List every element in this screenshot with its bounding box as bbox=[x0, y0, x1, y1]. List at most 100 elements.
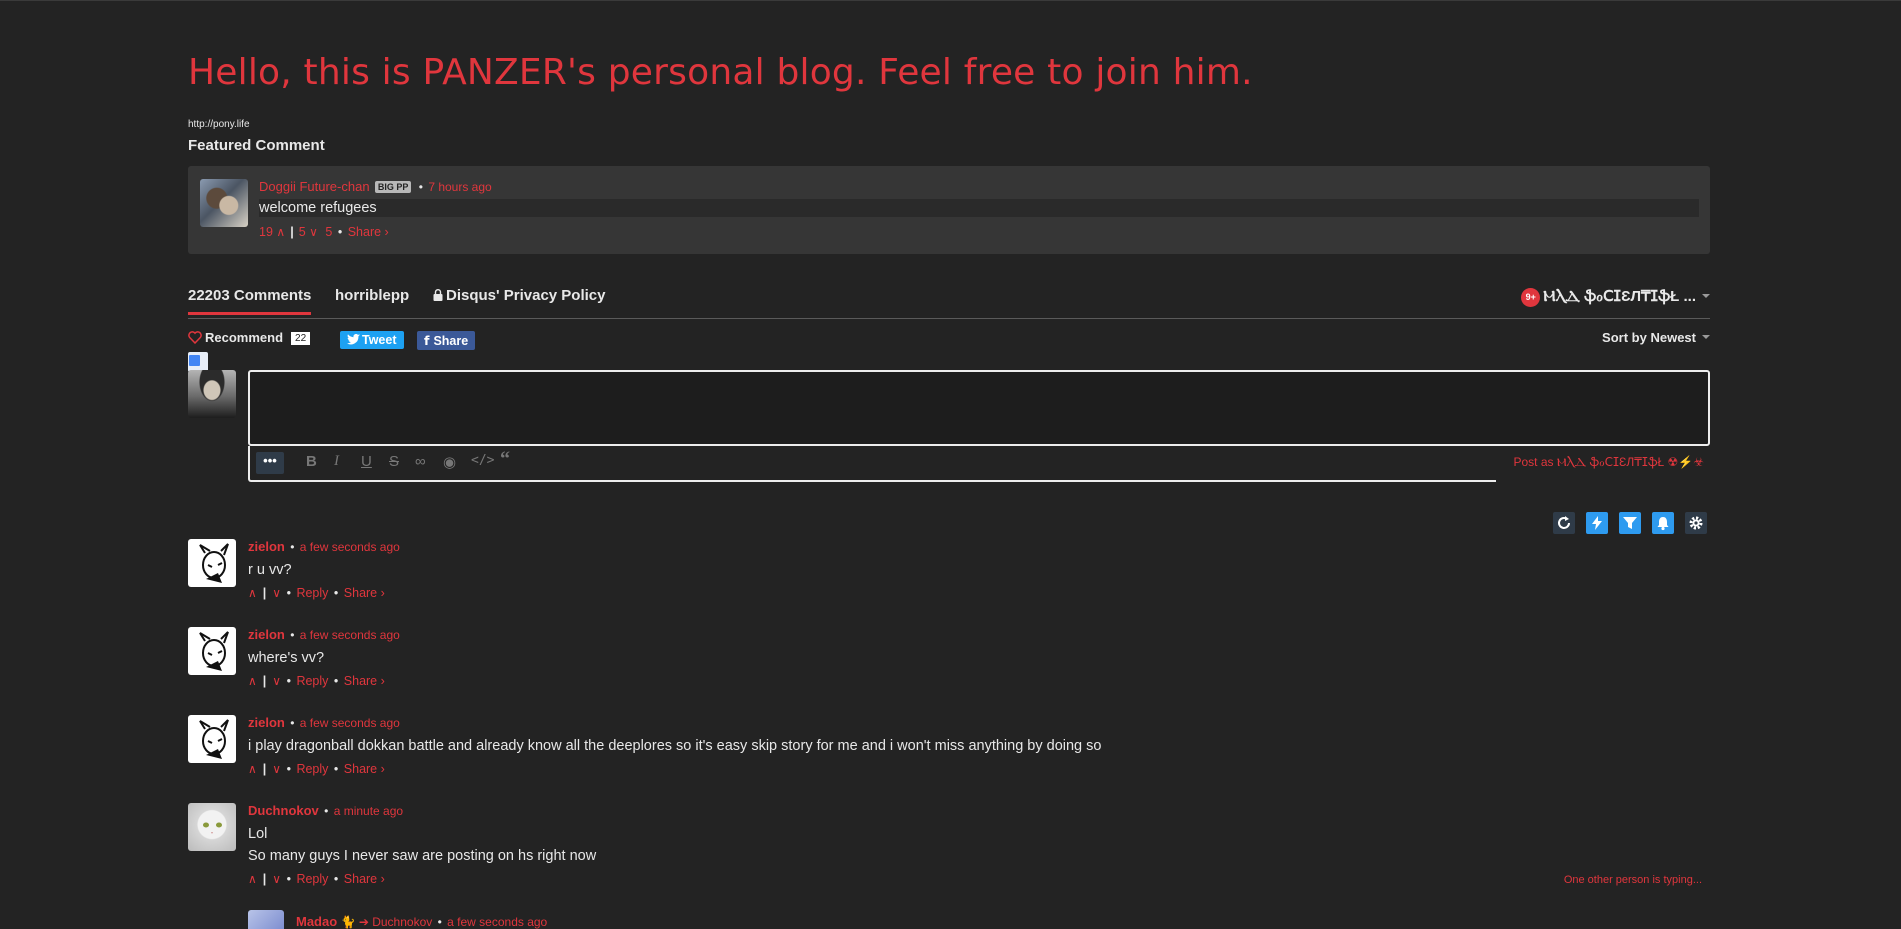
link-icon[interactable]: ∞ bbox=[415, 453, 426, 470]
comment: zielon • a few seconds ago r u vv? ∧ | ∨ •… bbox=[188, 539, 1710, 609]
upvote-icon[interactable]: ∧ bbox=[248, 674, 257, 688]
reply-link[interactable]: Reply bbox=[296, 674, 328, 688]
bold-icon[interactable]: B bbox=[306, 453, 317, 470]
vote-divider: | bbox=[262, 674, 267, 688]
upvote-icon[interactable]: ∧ bbox=[276, 225, 285, 239]
post-as-button[interactable]: Post as ⲘⲖⲆ ֆℴⅭⵊƐЛ₸ⵊֆŁ ☢⚡☣ bbox=[1496, 446, 1710, 482]
reply-to-name[interactable]: Duchnokov bbox=[372, 915, 432, 929]
current-user-avatar[interactable] bbox=[188, 370, 236, 418]
facebook-icon: f bbox=[424, 333, 430, 348]
realtime-tools bbox=[1553, 512, 1710, 534]
share-link[interactable]: Share › bbox=[344, 674, 385, 688]
reply-comment: Madao 🐈 ➔ Duchnokov • a few seconds ago bbox=[248, 910, 1710, 929]
action-row: Recommend 22 Tweet f Share Sort by Newest bbox=[188, 330, 1710, 350]
timestamp[interactable]: a minute ago bbox=[334, 804, 403, 818]
author-name[interactable]: zielon bbox=[248, 627, 285, 642]
author-name[interactable]: Duchnokov bbox=[248, 803, 319, 818]
gear-icon[interactable] bbox=[1685, 512, 1707, 534]
comment-input[interactable] bbox=[248, 370, 1710, 446]
notification-badge[interactable]: 9+ bbox=[1521, 288, 1541, 307]
featured-comment: Doggii Future-chan BIG PP • 7 hours ago … bbox=[188, 166, 1710, 254]
comment: zielon • a few seconds ago i play dragon… bbox=[188, 715, 1710, 785]
separator-dot: • bbox=[286, 872, 291, 886]
blog-url[interactable]: http://pony.life bbox=[188, 119, 250, 130]
recommend-label: Recommend bbox=[205, 330, 284, 345]
reply-link[interactable]: Reply bbox=[296, 586, 328, 600]
sort-dropdown[interactable]: Sort by Newest bbox=[1602, 330, 1710, 345]
avatar[interactable] bbox=[188, 715, 236, 763]
downvote-icon[interactable]: ∨ bbox=[272, 674, 281, 688]
tab-community[interactable]: horriblepp bbox=[335, 287, 409, 304]
comment-meta: zielon • a few seconds ago bbox=[248, 715, 400, 730]
separator-dot: • bbox=[290, 716, 295, 730]
downvote-icon[interactable]: ∨ bbox=[272, 586, 281, 600]
avatar[interactable] bbox=[188, 803, 236, 851]
filter-icon[interactable] bbox=[1619, 512, 1641, 534]
strikethrough-icon[interactable]: S bbox=[389, 453, 399, 470]
comment-text: where's vv? bbox=[248, 650, 325, 666]
timestamp[interactable]: a few seconds ago bbox=[300, 628, 400, 642]
comment-meta: Duchnokov • a minute ago bbox=[248, 803, 403, 818]
recommend-count: 22 bbox=[291, 332, 311, 345]
share-link[interactable]: Share › bbox=[344, 762, 385, 776]
translate-icon[interactable] bbox=[188, 352, 208, 372]
share-link[interactable]: Share › bbox=[344, 872, 385, 886]
author-name[interactable]: Madao bbox=[296, 914, 337, 929]
featured-comment-heading: Featured Comment bbox=[188, 137, 325, 154]
spoiler-icon[interactable]: ◉ bbox=[443, 453, 456, 471]
upvote-icon[interactable]: ∧ bbox=[248, 872, 257, 886]
avatar[interactable] bbox=[188, 627, 236, 675]
sort-prefix: Sort by bbox=[1602, 330, 1647, 345]
avatar[interactable] bbox=[188, 539, 236, 587]
timestamp[interactable]: 7 hours ago bbox=[428, 180, 491, 194]
featured-comment-text: welcome refugees bbox=[259, 199, 1699, 217]
top-border bbox=[0, 0, 1901, 1]
more-options-button[interactable]: ••• bbox=[256, 452, 284, 474]
comment-actions: ∧ | ∨ • Reply • Share › bbox=[248, 586, 385, 600]
share-link[interactable]: Share › bbox=[348, 225, 389, 239]
timestamp[interactable]: a few seconds ago bbox=[300, 540, 400, 554]
timestamp[interactable]: a few seconds ago bbox=[447, 915, 547, 929]
author-name[interactable]: zielon bbox=[248, 539, 285, 554]
italic-icon[interactable]: I bbox=[334, 453, 339, 470]
code-icon[interactable]: </> bbox=[471, 453, 494, 468]
comment-tabs: 22203 Comments horriblepp Disqus' Privac… bbox=[188, 287, 1710, 319]
recommend-button[interactable]: Recommend 22 bbox=[188, 330, 311, 345]
refresh-icon[interactable] bbox=[1553, 512, 1575, 534]
editor-toolbar: ••• B I U S ∞ ◉ </> “ Post as ⲘⲖⲆ ֆℴⅭⵊƐЛ… bbox=[248, 446, 1710, 482]
bell-icon[interactable] bbox=[1652, 512, 1674, 534]
chevron-down-icon bbox=[1702, 335, 1710, 339]
user-menu[interactable]: 9+ ⲘⲖⲆ ֆℴⅭⵊƐЛ₸ⵊֆŁ ... bbox=[1521, 287, 1710, 307]
tweet-button[interactable]: Tweet bbox=[340, 331, 404, 349]
comment-text: r u vv? bbox=[248, 562, 292, 578]
underline-icon[interactable]: U bbox=[361, 453, 372, 470]
tab-comments[interactable]: 22203 Comments bbox=[188, 287, 312, 315]
quote-icon[interactable]: “ bbox=[500, 448, 510, 471]
user-badge: BIG PP bbox=[374, 181, 412, 193]
tab-privacy-policy[interactable]: Disqus' Privacy Policy bbox=[433, 287, 605, 304]
privacy-policy-label: Disqus' Privacy Policy bbox=[446, 287, 606, 304]
avatar[interactable] bbox=[248, 910, 284, 929]
downvote-icon[interactable]: ∨ bbox=[309, 225, 318, 239]
upvote-count: 19 bbox=[259, 225, 273, 239]
comment-text: i play dragonball dokkan battle and alre… bbox=[248, 738, 1102, 754]
avatar[interactable] bbox=[200, 179, 248, 227]
share-link[interactable]: Share › bbox=[344, 586, 385, 600]
lightning-icon[interactable] bbox=[1586, 512, 1608, 534]
sort-value: Newest bbox=[1650, 330, 1696, 345]
typing-indicator: One other person is typing... bbox=[1563, 874, 1702, 886]
downvote-icon[interactable]: ∨ bbox=[272, 762, 281, 776]
author-name[interactable]: Doggii Future-chan bbox=[259, 179, 370, 194]
downvote-icon[interactable]: ∨ bbox=[272, 872, 281, 886]
timestamp[interactable]: a few seconds ago bbox=[300, 716, 400, 730]
author-name[interactable]: zielon bbox=[248, 715, 285, 730]
username: ⲘⲖⲆ ֆℴⅭⵊƐЛ₸ⵊֆŁ ... bbox=[1543, 288, 1696, 305]
upvote-icon[interactable]: ∧ bbox=[248, 762, 257, 776]
upvote-icon[interactable]: ∧ bbox=[248, 586, 257, 600]
separator-dot: • bbox=[337, 225, 343, 239]
twitter-icon bbox=[347, 333, 360, 345]
facebook-share-button[interactable]: f Share bbox=[417, 331, 476, 350]
reply-link[interactable]: Reply bbox=[296, 762, 328, 776]
comment-actions: ∧ | ∨ • Reply • Share › bbox=[248, 872, 385, 886]
reply-link[interactable]: Reply bbox=[296, 872, 328, 886]
